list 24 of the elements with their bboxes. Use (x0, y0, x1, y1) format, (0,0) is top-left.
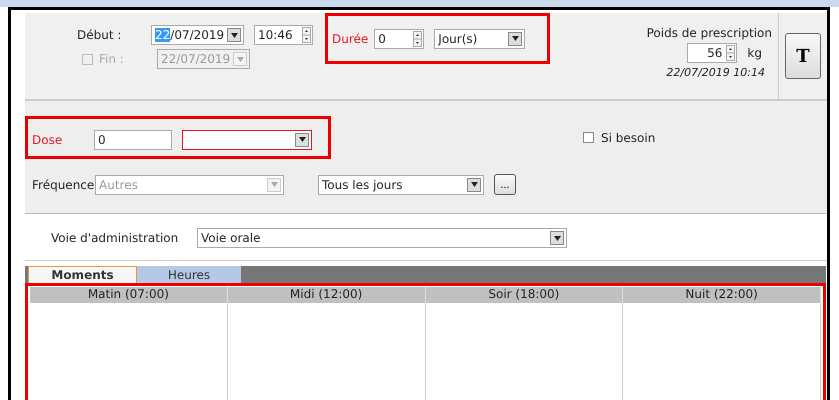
as-needed-checkbox[interactable] (583, 132, 594, 143)
dose-field[interactable]: 0 (94, 130, 172, 150)
start-time-field[interactable]: 10:46 (254, 25, 313, 45)
spinner-icon[interactable] (726, 45, 736, 61)
dose-label: Dose (32, 132, 64, 146)
start-label: Début : (77, 28, 122, 42)
duration-field[interactable]: 0 (374, 28, 424, 48)
start-date-field[interactable]: 22/07/2019 (151, 25, 244, 45)
weight-timestamp: 22/07/2019 10:14 (666, 66, 765, 79)
tab[interactable]: Moments (28, 266, 137, 283)
t-button[interactable]: T (785, 33, 821, 79)
weight-unit: kg (747, 46, 762, 60)
weight-field[interactable]: 56 (687, 43, 738, 63)
frequency-label: Fréquence (32, 178, 95, 192)
spinner-icon[interactable] (302, 27, 311, 43)
as-needed-label: Si besoin (601, 130, 656, 144)
tab[interactable]: Heures (137, 266, 241, 283)
end-label: Fin : (99, 52, 125, 66)
weight-label: Poids de prescription (646, 26, 772, 40)
spinner-icon[interactable] (413, 30, 422, 46)
duration-label: Durée (332, 32, 368, 46)
route-dropdown[interactable]: Voie orale (197, 228, 567, 248)
route-label: Voie d'administration (51, 231, 180, 245)
dose-unit-dropdown[interactable] (182, 130, 312, 150)
